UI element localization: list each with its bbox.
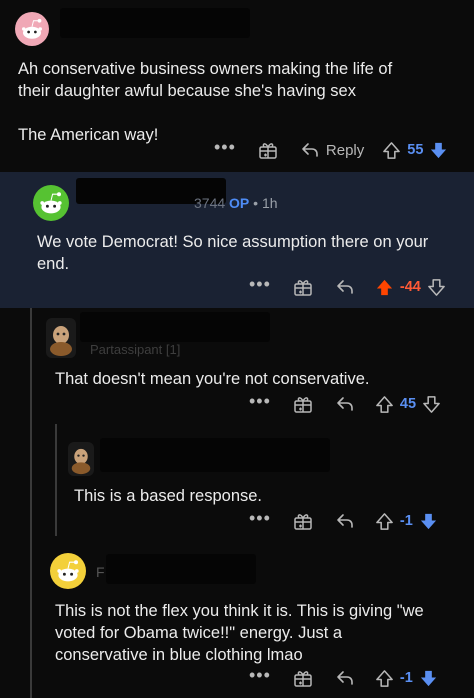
reply-button[interactable]: Reply bbox=[300, 140, 364, 160]
custom-avatar-icon bbox=[50, 326, 72, 356]
reply-icon bbox=[335, 668, 355, 688]
avatar[interactable] bbox=[50, 553, 86, 589]
avatar[interactable] bbox=[33, 185, 69, 221]
gift-icon bbox=[293, 277, 313, 297]
comment-actions: ••• -44 bbox=[249, 274, 446, 300]
gift-icon bbox=[293, 668, 313, 688]
downvote-icon bbox=[419, 669, 438, 688]
reply-button[interactable] bbox=[335, 668, 355, 688]
comment-actions: ••• Reply 55 bbox=[214, 137, 448, 163]
comment-actions: ••• -1 bbox=[249, 665, 438, 691]
upvote-icon bbox=[382, 141, 401, 160]
timestamp: • 1h bbox=[253, 195, 278, 211]
comment-actions: ••• 45 bbox=[249, 391, 441, 417]
more-options-button[interactable]: ••• bbox=[249, 509, 271, 529]
award-button[interactable] bbox=[258, 140, 278, 160]
snoo-avatar-icon bbox=[35, 187, 67, 219]
gift-icon bbox=[293, 394, 313, 414]
reply-icon bbox=[335, 277, 355, 297]
snoo-avatar-icon bbox=[17, 14, 47, 44]
comment-body: Ah conservative business owners making t… bbox=[18, 60, 393, 144]
comment-3: Partassipant [1] That doesn't mean you'r… bbox=[0, 308, 474, 698]
downvote-button[interactable] bbox=[419, 669, 438, 688]
upvote-icon bbox=[375, 395, 394, 414]
upvote-button[interactable] bbox=[375, 669, 394, 688]
thread-line[interactable] bbox=[55, 424, 57, 536]
upvote-button[interactable] bbox=[375, 512, 394, 531]
avatar[interactable] bbox=[68, 442, 94, 476]
redacted-username bbox=[100, 438, 330, 472]
avatar[interactable] bbox=[46, 318, 76, 358]
downvote-icon bbox=[422, 395, 441, 414]
more-options-button[interactable]: ••• bbox=[249, 666, 271, 686]
username[interactable]: 3744 bbox=[194, 195, 225, 211]
comment-5: F This is not the flex you think it is. … bbox=[0, 540, 474, 698]
downvote-button[interactable] bbox=[427, 278, 446, 297]
comment-actions: ••• -1 bbox=[249, 508, 438, 534]
avatar[interactable] bbox=[15, 12, 49, 46]
award-button[interactable] bbox=[293, 394, 313, 414]
username[interactable]: F bbox=[96, 564, 105, 580]
upvote-button[interactable] bbox=[382, 141, 401, 160]
comment-4: This is a based response. ••• -1 bbox=[0, 424, 474, 544]
downvote-icon bbox=[429, 141, 448, 160]
more-options-button[interactable]: ••• bbox=[214, 138, 236, 158]
vote-score: 45 bbox=[399, 396, 417, 412]
op-badge: OP bbox=[229, 195, 250, 211]
downvote-button[interactable] bbox=[422, 395, 441, 414]
downvote-icon bbox=[427, 278, 446, 297]
comment-meta: 3744 OP • 1h bbox=[194, 195, 278, 211]
upvote-icon bbox=[375, 669, 394, 688]
reply-button[interactable] bbox=[335, 511, 355, 531]
vote-score: 55 bbox=[407, 142, 424, 158]
gift-icon bbox=[293, 511, 313, 531]
redacted-username bbox=[60, 8, 250, 38]
award-button[interactable] bbox=[293, 511, 313, 531]
comment-body: This is a based response. bbox=[74, 487, 263, 505]
reply-label: Reply bbox=[325, 141, 365, 159]
redacted-username bbox=[106, 554, 256, 584]
gift-icon bbox=[258, 140, 278, 160]
more-options-button[interactable]: ••• bbox=[249, 275, 271, 295]
reply-icon bbox=[335, 394, 355, 414]
reply-icon bbox=[335, 511, 355, 531]
upvote-button[interactable] bbox=[375, 278, 394, 297]
reply-icon bbox=[300, 140, 320, 160]
more-options-button[interactable]: ••• bbox=[249, 392, 271, 412]
vote-score: -1 bbox=[399, 513, 413, 529]
comment-1: Ah conservative business owners making t… bbox=[0, 0, 474, 172]
upvote-button[interactable] bbox=[375, 395, 394, 414]
comment-body: That doesn't mean you're not conservativ… bbox=[55, 370, 370, 388]
redacted-username bbox=[80, 312, 270, 342]
username[interactable]: Partassipant [1] bbox=[90, 342, 180, 357]
award-button[interactable] bbox=[293, 668, 313, 688]
reply-button[interactable] bbox=[335, 394, 355, 414]
downvote-icon bbox=[419, 512, 438, 531]
reply-button[interactable] bbox=[335, 277, 355, 297]
comment-2: 3744 OP • 1h We vote Democrat! So nice a… bbox=[0, 172, 474, 308]
downvote-button[interactable] bbox=[419, 512, 438, 531]
vote-score: -44 bbox=[399, 279, 421, 295]
upvote-icon bbox=[375, 278, 394, 297]
custom-avatar-icon bbox=[71, 448, 91, 475]
snoo-avatar-icon bbox=[52, 555, 84, 587]
award-button[interactable] bbox=[293, 277, 313, 297]
comment-body: We vote Democrat! So nice assumption the… bbox=[37, 233, 429, 273]
downvote-button[interactable] bbox=[429, 141, 448, 160]
vote-score: -1 bbox=[399, 670, 413, 686]
upvote-icon bbox=[375, 512, 394, 531]
comment-body: This is not the flex you think it is. Th… bbox=[55, 602, 424, 664]
